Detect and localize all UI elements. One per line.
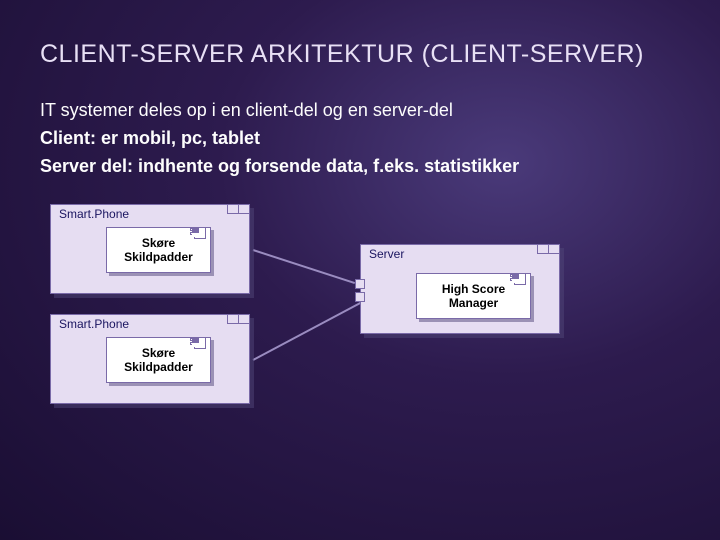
component-label: Skøre Skildpadder bbox=[124, 236, 193, 265]
component-client-1: Skøre Skildpadder bbox=[106, 227, 211, 273]
component-icon bbox=[512, 273, 526, 283]
node-server: Server High Score Manager bbox=[360, 244, 560, 334]
connector-client1-server bbox=[253, 249, 355, 284]
port-icon bbox=[355, 279, 365, 289]
bullet-line-3: Server del: indhente og forsende data, f… bbox=[40, 153, 680, 179]
bullet-line-2: Client: er mobil, pc, tablet bbox=[40, 125, 680, 151]
slide-title: CLIENT-SERVER ARKITEKTUR (CLIENT-SERVER) bbox=[40, 40, 680, 69]
node-label: Smart.Phone bbox=[59, 207, 129, 221]
node-tabs-icon bbox=[228, 314, 250, 324]
component-icon bbox=[192, 227, 206, 237]
node-tabs-icon bbox=[538, 244, 560, 254]
connector-client2-server bbox=[253, 298, 369, 361]
slide: CLIENT-SERVER ARKITEKTUR (CLIENT-SERVER)… bbox=[0, 0, 720, 449]
component-server: High Score Manager bbox=[416, 273, 531, 319]
component-client-2: Skøre Skildpadder bbox=[106, 337, 211, 383]
component-label: High Score Manager bbox=[442, 282, 505, 311]
node-smartphone-1: Smart.Phone Skøre Skildpadder bbox=[50, 204, 250, 294]
bullet-line-1: IT systemer deles op i en client-del og … bbox=[40, 97, 680, 123]
component-icon bbox=[192, 337, 206, 347]
port-icon bbox=[355, 292, 365, 302]
node-label: Smart.Phone bbox=[59, 317, 129, 331]
node-tabs-icon bbox=[228, 204, 250, 214]
component-label: Skøre Skildpadder bbox=[124, 346, 193, 375]
node-label: Server bbox=[369, 247, 404, 261]
architecture-diagram: Smart.Phone Skøre Skildpadder Smart.Phon… bbox=[40, 189, 600, 429]
node-smartphone-2: Smart.Phone Skøre Skildpadder bbox=[50, 314, 250, 404]
